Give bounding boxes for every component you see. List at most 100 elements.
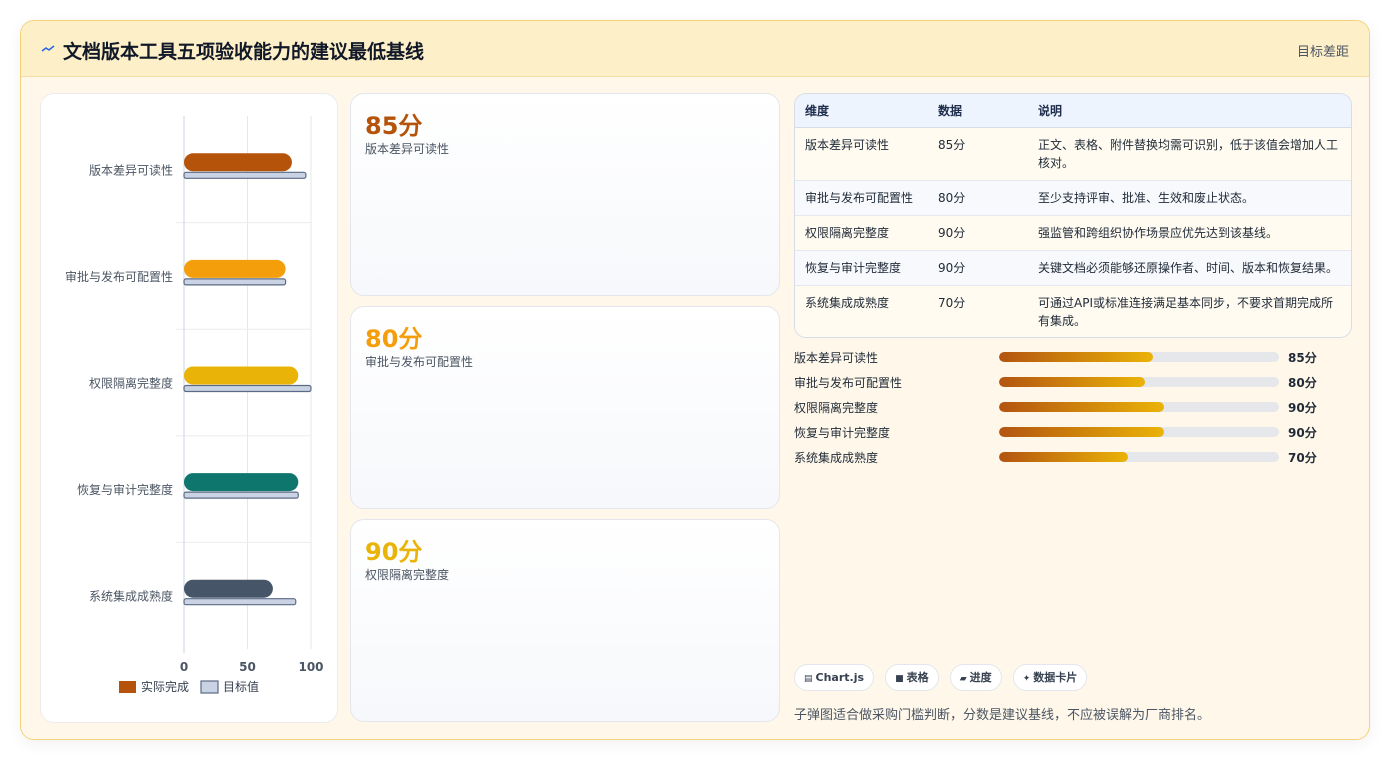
table-row: 恢复与审计完整度 90分 关键文档必须能够还原操作者、时间、版本和恢复结果。 — [795, 250, 1351, 286]
tag-label: 数据卡片 — [1033, 671, 1078, 684]
card-header: 文档版本工具五项验收能力的建议最低基线 目标差距 — [21, 21, 1369, 77]
tag-data-card[interactable]: ✦ 数据卡片 — [1012, 664, 1088, 691]
sparkle-icon — [41, 45, 55, 52]
metric-value: 90分 — [365, 538, 423, 566]
progress-value: 85分 — [1288, 351, 1317, 365]
column-header: 数据 — [928, 94, 1028, 128]
table-cell: 80分 — [928, 180, 1028, 216]
metric-card-2: 80分 审批与发布可配置性 — [350, 306, 780, 509]
progress-row: 系统集成成熟度 70分 — [794, 449, 1352, 474]
category-label: 恢复与审计完整度 — [77, 482, 173, 497]
table-cell: 版本差异可读性 — [795, 127, 928, 181]
legend-swatch-actual — [119, 681, 136, 693]
tag-label: 进度 — [969, 671, 992, 684]
table-row: 权限隔离完整度 90分 强监管和跨组织协作场景应优先达到该基线。 — [795, 215, 1351, 251]
progress-label: 系统集成成熟度 — [794, 451, 879, 465]
table-cell: 恢复与审计完整度 — [795, 250, 928, 286]
progress-label: 权限隔离完整度 — [794, 401, 879, 415]
actual-bar — [184, 579, 273, 598]
category-label: 权限隔离完整度 — [89, 376, 173, 391]
progress-row: 恢复与审计完整度 90分 — [794, 424, 1352, 449]
progress-track — [999, 427, 1279, 437]
tick-label: 0 — [180, 660, 188, 674]
progress-label: 审批与发布可配置性 — [794, 376, 903, 390]
progress-row: 审批与发布可配置性 80分 — [794, 374, 1352, 399]
tag-label: 表格 — [906, 671, 929, 684]
tag-label: Chart.js — [815, 671, 865, 684]
table-cell: 关键文档必须能够还原操作者、时间、版本和恢复结果。 — [1028, 250, 1351, 286]
tag-table[interactable]: ■ 表格 — [885, 664, 939, 691]
tick-label: 100 — [298, 660, 323, 674]
table-icon: ■ — [895, 674, 904, 684]
table-cell: 85分 — [928, 127, 1028, 181]
metric-value: 85分 — [365, 112, 423, 140]
column-header: 说明 — [1028, 94, 1351, 128]
page-title: 文档版本工具五项验收能力的建议最低基线 — [63, 41, 425, 63]
bullet-chart: 版本差异可读性审批与发布可配置性权限隔离完整度恢复与审计完整度系统集成成熟度 0 5… — [65, 116, 324, 694]
progress-row: 版本差异可读性 85分 — [794, 349, 1352, 374]
progress-fill — [999, 427, 1165, 437]
table-cell: 可通过API或标准连接满足基本同步，不要求首期完成所有集成。 — [1028, 285, 1351, 337]
table-cell: 70分 — [928, 285, 1028, 337]
table-cell: 权限隔离完整度 — [795, 215, 928, 251]
metric-label: 版本差异可读性 — [365, 142, 450, 156]
progress-value: 70分 — [1288, 451, 1317, 465]
progress-fill — [999, 377, 1145, 387]
tick-label: 50 — [239, 660, 256, 674]
legend-swatch-target — [200, 680, 219, 694]
progress-value: 80分 — [1288, 376, 1317, 390]
table-row: 审批与发布可配置性 80分 至少支持评审、批准、生效和废止状态。 — [795, 180, 1351, 216]
legend-label-target: 目标值 — [223, 679, 259, 694]
metric-card-1: 85分 版本差异可读性 — [350, 93, 780, 296]
table-cell: 系统集成成熟度 — [795, 285, 928, 337]
table-row: 版本差异可读性 85分 正文、表格、附件替换均需可识别，低于该值会增加人工核对。 — [795, 127, 1351, 181]
bullet-chart-panel: 版本差异可读性审批与发布可配置性权限隔离完整度恢复与审计完整度系统集成成熟度 0 5… — [40, 93, 338, 723]
metric-label: 权限隔离完整度 — [365, 568, 450, 582]
progress-track — [999, 377, 1279, 387]
category-label: 系统集成成熟度 — [89, 589, 173, 604]
progress-list: 版本差异可读性 85分 审批与发布可配置性 80分 权限隔离完整度 90分 恢复… — [794, 349, 1352, 474]
target-bar — [183, 384, 312, 393]
target-gap-link[interactable]: 目标差距 — [1297, 41, 1349, 60]
metric-label: 审批与发布可配置性 — [365, 355, 474, 369]
progress-track — [999, 402, 1279, 412]
table-cell: 90分 — [928, 215, 1028, 251]
table-cell: 90分 — [928, 250, 1028, 286]
table-header-row: 维度 数据 说明 — [795, 94, 1351, 128]
data-table: 维度 数据 说明 版本差异可读性 85分 正文、表格、附件替换均需可识别，低于该… — [794, 93, 1352, 338]
target-bar — [183, 598, 297, 606]
progress-value: 90分 — [1288, 401, 1317, 415]
metric-value: 80分 — [365, 325, 423, 353]
target-bar — [183, 278, 287, 286]
chart-icon: ▤ — [804, 674, 813, 684]
progress-track — [999, 452, 1279, 462]
target-bar — [183, 171, 307, 179]
category-label: 版本差异可读性 — [89, 163, 173, 177]
tag-progress[interactable]: ▰ 进度 — [949, 664, 1002, 691]
table-cell: 审批与发布可配置性 — [795, 180, 928, 216]
dashboard-card: 文档版本工具五项验收能力的建议最低基线 目标差距 版本差异可读性 审批与发布可配置… — [20, 20, 1370, 740]
progress-fill — [999, 352, 1153, 362]
footnote: 子弹图适合做采购门槛判断，分数是建议基线，不应被误解为厂商排名。 — [794, 708, 1211, 723]
target-bar — [183, 491, 299, 499]
sparkle-icon: ✦ — [1022, 674, 1031, 684]
category-label: 审批与发布可配置性 — [65, 269, 173, 284]
progress-track — [999, 352, 1279, 362]
actual-bar — [184, 259, 286, 278]
actual-bar — [184, 473, 299, 492]
legend-label-actual: 实际完成 — [141, 679, 189, 694]
progress-icon: ▰ — [959, 674, 967, 684]
table-cell: 强监管和跨组织协作场景应优先达到该基线。 — [1028, 215, 1351, 251]
column-header: 维度 — [795, 94, 928, 128]
actual-bar — [184, 366, 299, 385]
actual-bar — [184, 153, 292, 172]
progress-row: 权限隔离完整度 90分 — [794, 399, 1352, 424]
progress-label: 版本差异可读性 — [794, 351, 879, 365]
progress-fill — [999, 452, 1128, 462]
progress-fill — [999, 402, 1165, 412]
table-cell: 正文、表格、附件替换均需可识别，低于该值会增加人工核对。 — [1028, 127, 1351, 181]
progress-value: 90分 — [1288, 426, 1317, 440]
progress-label: 恢复与审计完整度 — [794, 426, 891, 440]
table-cell: 至少支持评审、批准、生效和废止状态。 — [1028, 180, 1351, 216]
tag-chartjs[interactable]: ▤ Chart.js — [794, 664, 875, 691]
